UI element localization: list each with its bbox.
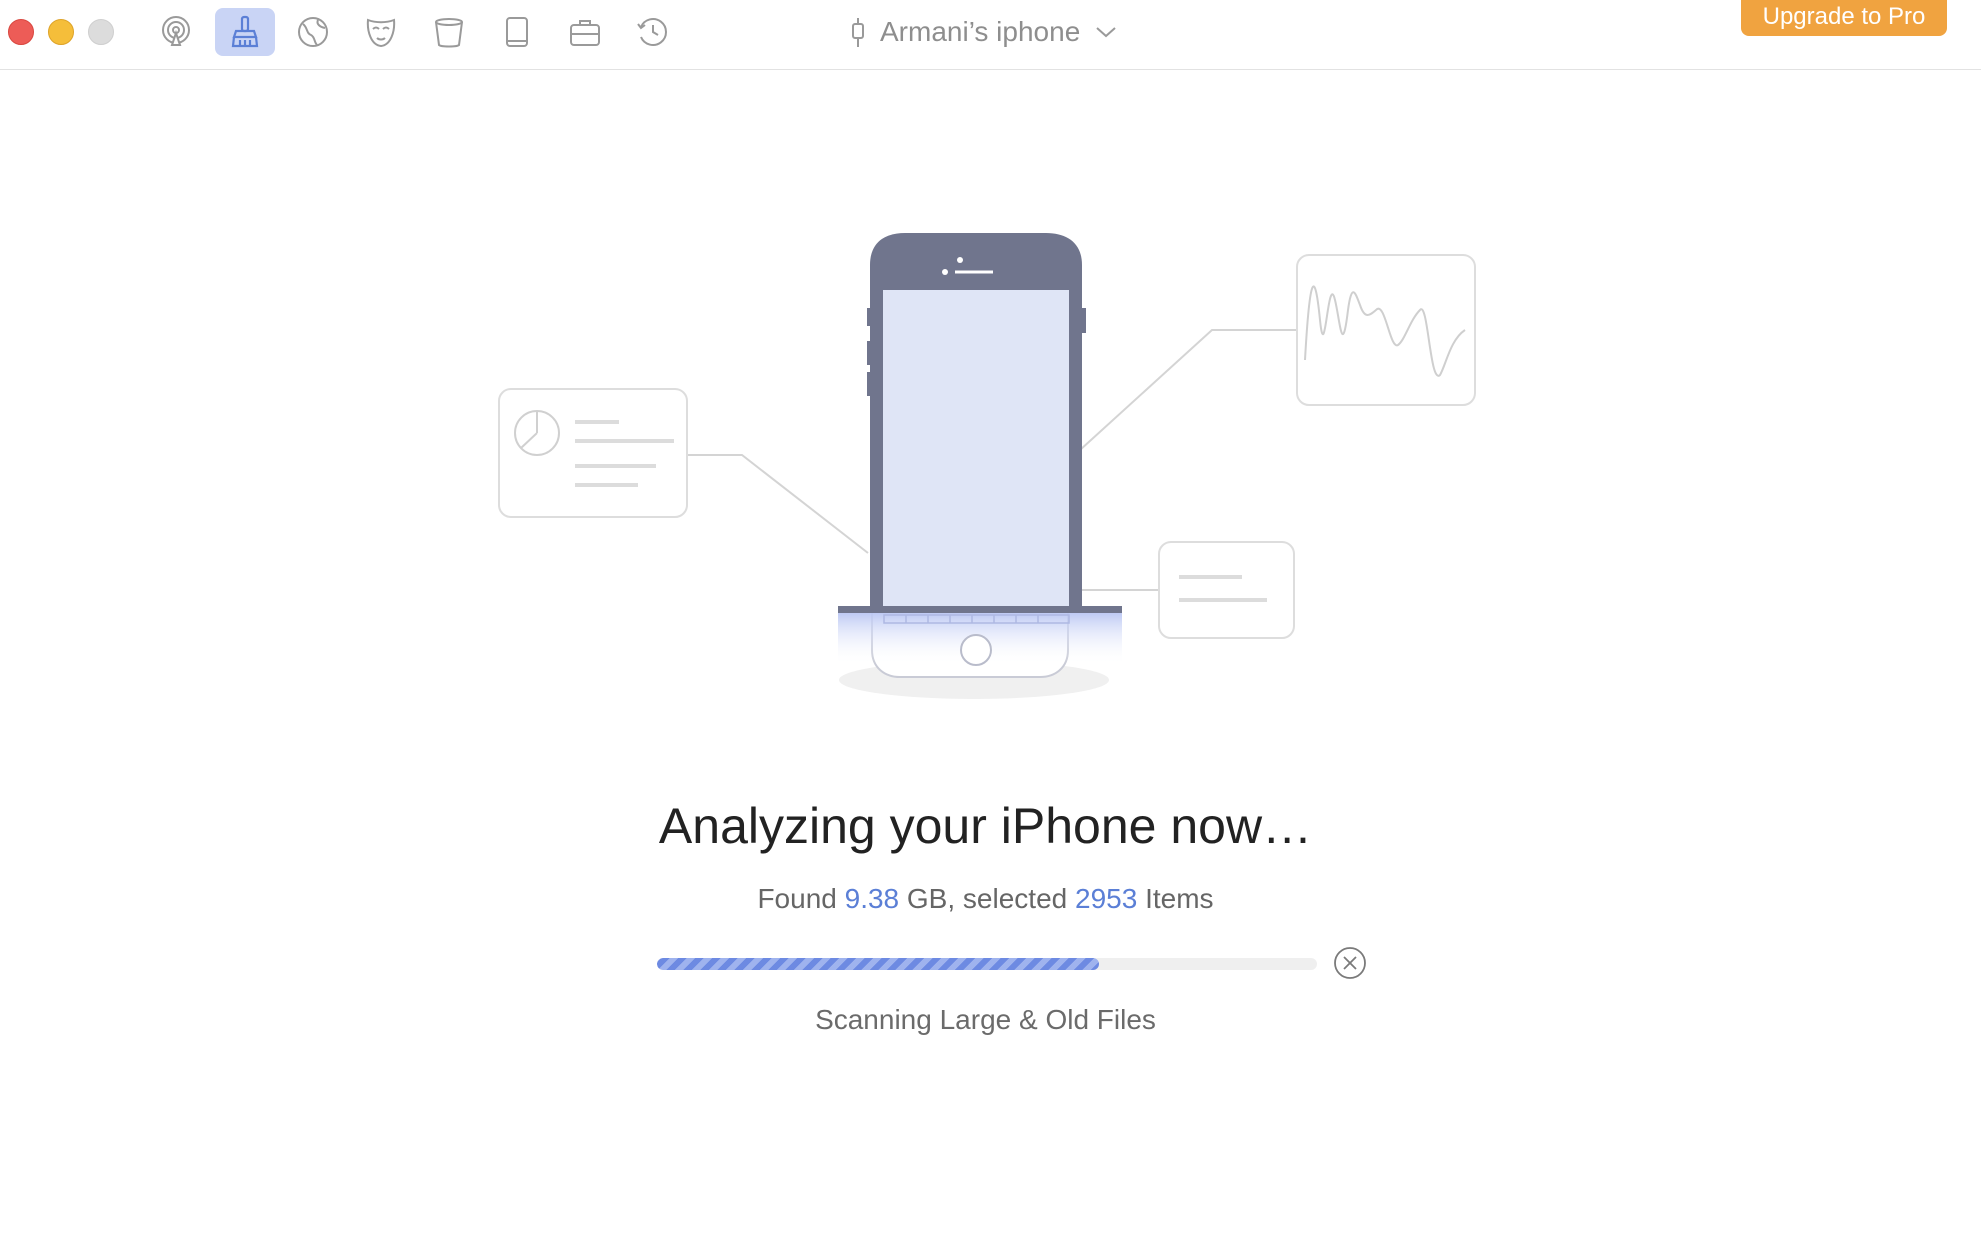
trash-bin-icon [435,18,463,48]
toolbar-privacy-button[interactable] [351,8,411,56]
phone-analysis-illustration [498,233,1476,699]
message-card-illustration [1158,541,1295,639]
device-selector[interactable]: Armani’s iphone [850,12,1118,52]
window-zoom-button[interactable] [88,19,114,45]
storage-card-illustration [498,388,688,518]
book-icon [506,17,528,47]
broom-icon [231,15,259,48]
summary-suffix: Items [1137,883,1214,914]
selected-count-value: 2953 [1075,883,1138,914]
airplay-icon [162,16,190,46]
scan-progress-bar [657,958,1317,970]
toolbar-toolkit-button[interactable] [555,8,615,56]
toolbar-cleaner-button[interactable] [215,8,275,56]
analyzing-heading: Analyzing your iPhone now… [658,798,1313,854]
toolbar-junk-button[interactable] [419,8,479,56]
toolbar-history-button[interactable] [623,8,683,56]
toolbar-internet-button[interactable] [283,8,343,56]
toolbar-airplay-button[interactable] [146,8,206,56]
toolbar-device-button[interactable] [487,8,547,56]
window-close-button[interactable] [8,19,34,45]
app-window: Armani’s iphone Upgrade to Pro Analyzing… [0,0,1981,1235]
history-clock-icon [637,18,667,46]
chevron-down-icon [1096,27,1116,38]
scan-progress-fill [657,958,1100,970]
device-name: Armani’s iphone [880,16,1081,47]
mask-icon [366,18,396,48]
found-size-value: 9.38 [844,883,900,914]
globe-icon [298,17,328,47]
summary-prefix: Found [757,883,845,914]
summary-middle: GB, selected [899,883,1075,914]
scan-status-text: Scanning Large & Old Files [815,1004,1156,1035]
title-bar: Armani’s iphone Upgrade to Pro [0,0,1981,70]
scan-summary: Found 9.38 GB, selected 2953 Items [0,883,1971,915]
close-circle-icon[interactable] [1333,946,1367,980]
upgrade-button[interactable]: Upgrade to Pro [1741,0,1947,36]
waveform-card-illustration [1296,254,1476,406]
window-minimize-button[interactable] [48,19,74,45]
usb-cable-icon [852,18,864,47]
briefcase-icon [570,20,600,46]
